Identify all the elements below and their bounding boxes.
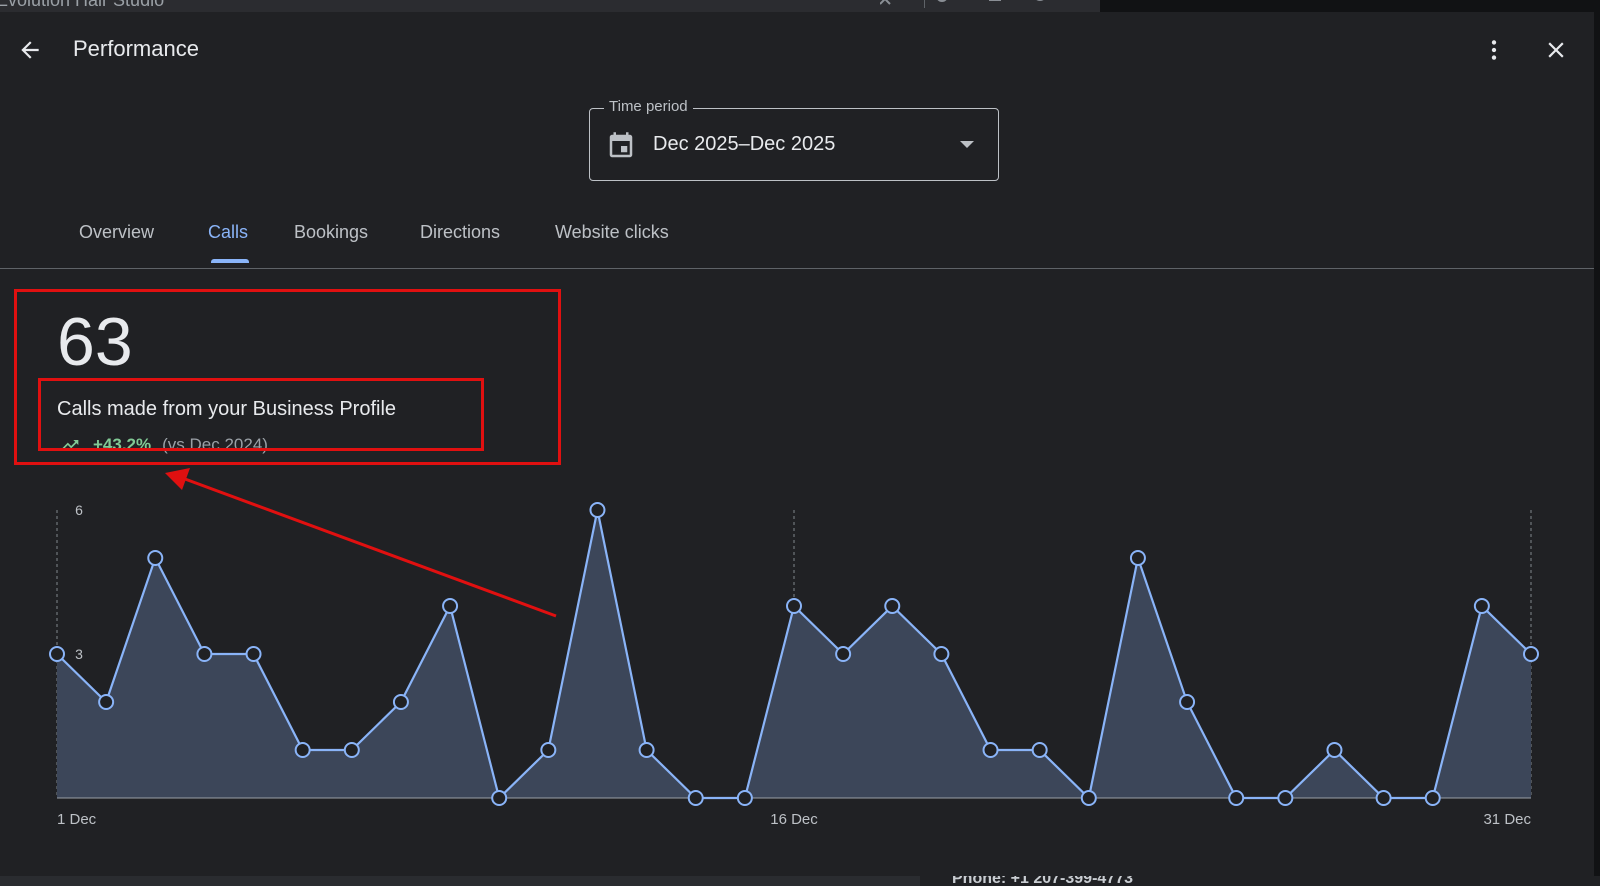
data-point <box>294 742 311 758</box>
data-point <box>1473 598 1490 614</box>
data-point <box>884 598 901 614</box>
data-point <box>786 598 802 614</box>
data-point <box>49 646 65 662</box>
data-point <box>1424 790 1441 806</box>
background-app-bar: Evolution Hair Studio <box>0 0 1600 12</box>
data-point <box>392 694 409 710</box>
data-point <box>638 742 655 758</box>
data-point <box>1031 742 1048 758</box>
data-point <box>589 502 606 518</box>
data-point <box>245 646 262 662</box>
background-dark-area <box>1100 0 1600 12</box>
data-point <box>540 742 557 758</box>
background-icons <box>879 0 1080 12</box>
data-point <box>343 742 360 758</box>
y-tick-label: 3 <box>75 646 83 662</box>
data-point <box>933 646 950 662</box>
data-point <box>982 742 999 758</box>
background-bottom: Phone: +1 207-399-4773 <box>920 876 1600 886</box>
background-title-fragment: Evolution Hair Studio <box>0 0 165 10</box>
data-point <box>442 598 459 614</box>
data-point <box>1326 742 1343 758</box>
x-tick-label: 1 Dec <box>57 811 97 828</box>
data-point <box>1277 790 1294 806</box>
data-point <box>1375 790 1392 806</box>
calls-chart: 3 6 1 Dec 16 Dec 31 Dec <box>49 502 1539 828</box>
x-tick-label: 16 Dec <box>770 811 818 828</box>
data-point <box>1228 790 1245 806</box>
data-point <box>1080 790 1097 806</box>
background-phone-fragment: Phone: +1 207-399-4773 <box>952 876 1133 886</box>
data-point <box>1129 550 1146 566</box>
data-point <box>147 550 164 566</box>
y-tick-label: 6 <box>75 502 83 518</box>
data-point <box>1523 646 1539 662</box>
data-point <box>1179 694 1196 710</box>
x-tick-label: 31 Dec <box>1483 811 1531 828</box>
data-point <box>835 646 852 662</box>
background-edge <box>1594 12 1600 886</box>
performance-dialog: Performance Time period Dec 2025–Dec 202… <box>0 12 1594 876</box>
data-point <box>491 790 508 806</box>
data-point <box>98 694 115 710</box>
data-point <box>196 646 213 662</box>
data-point <box>687 790 704 806</box>
data-point <box>736 790 753 806</box>
